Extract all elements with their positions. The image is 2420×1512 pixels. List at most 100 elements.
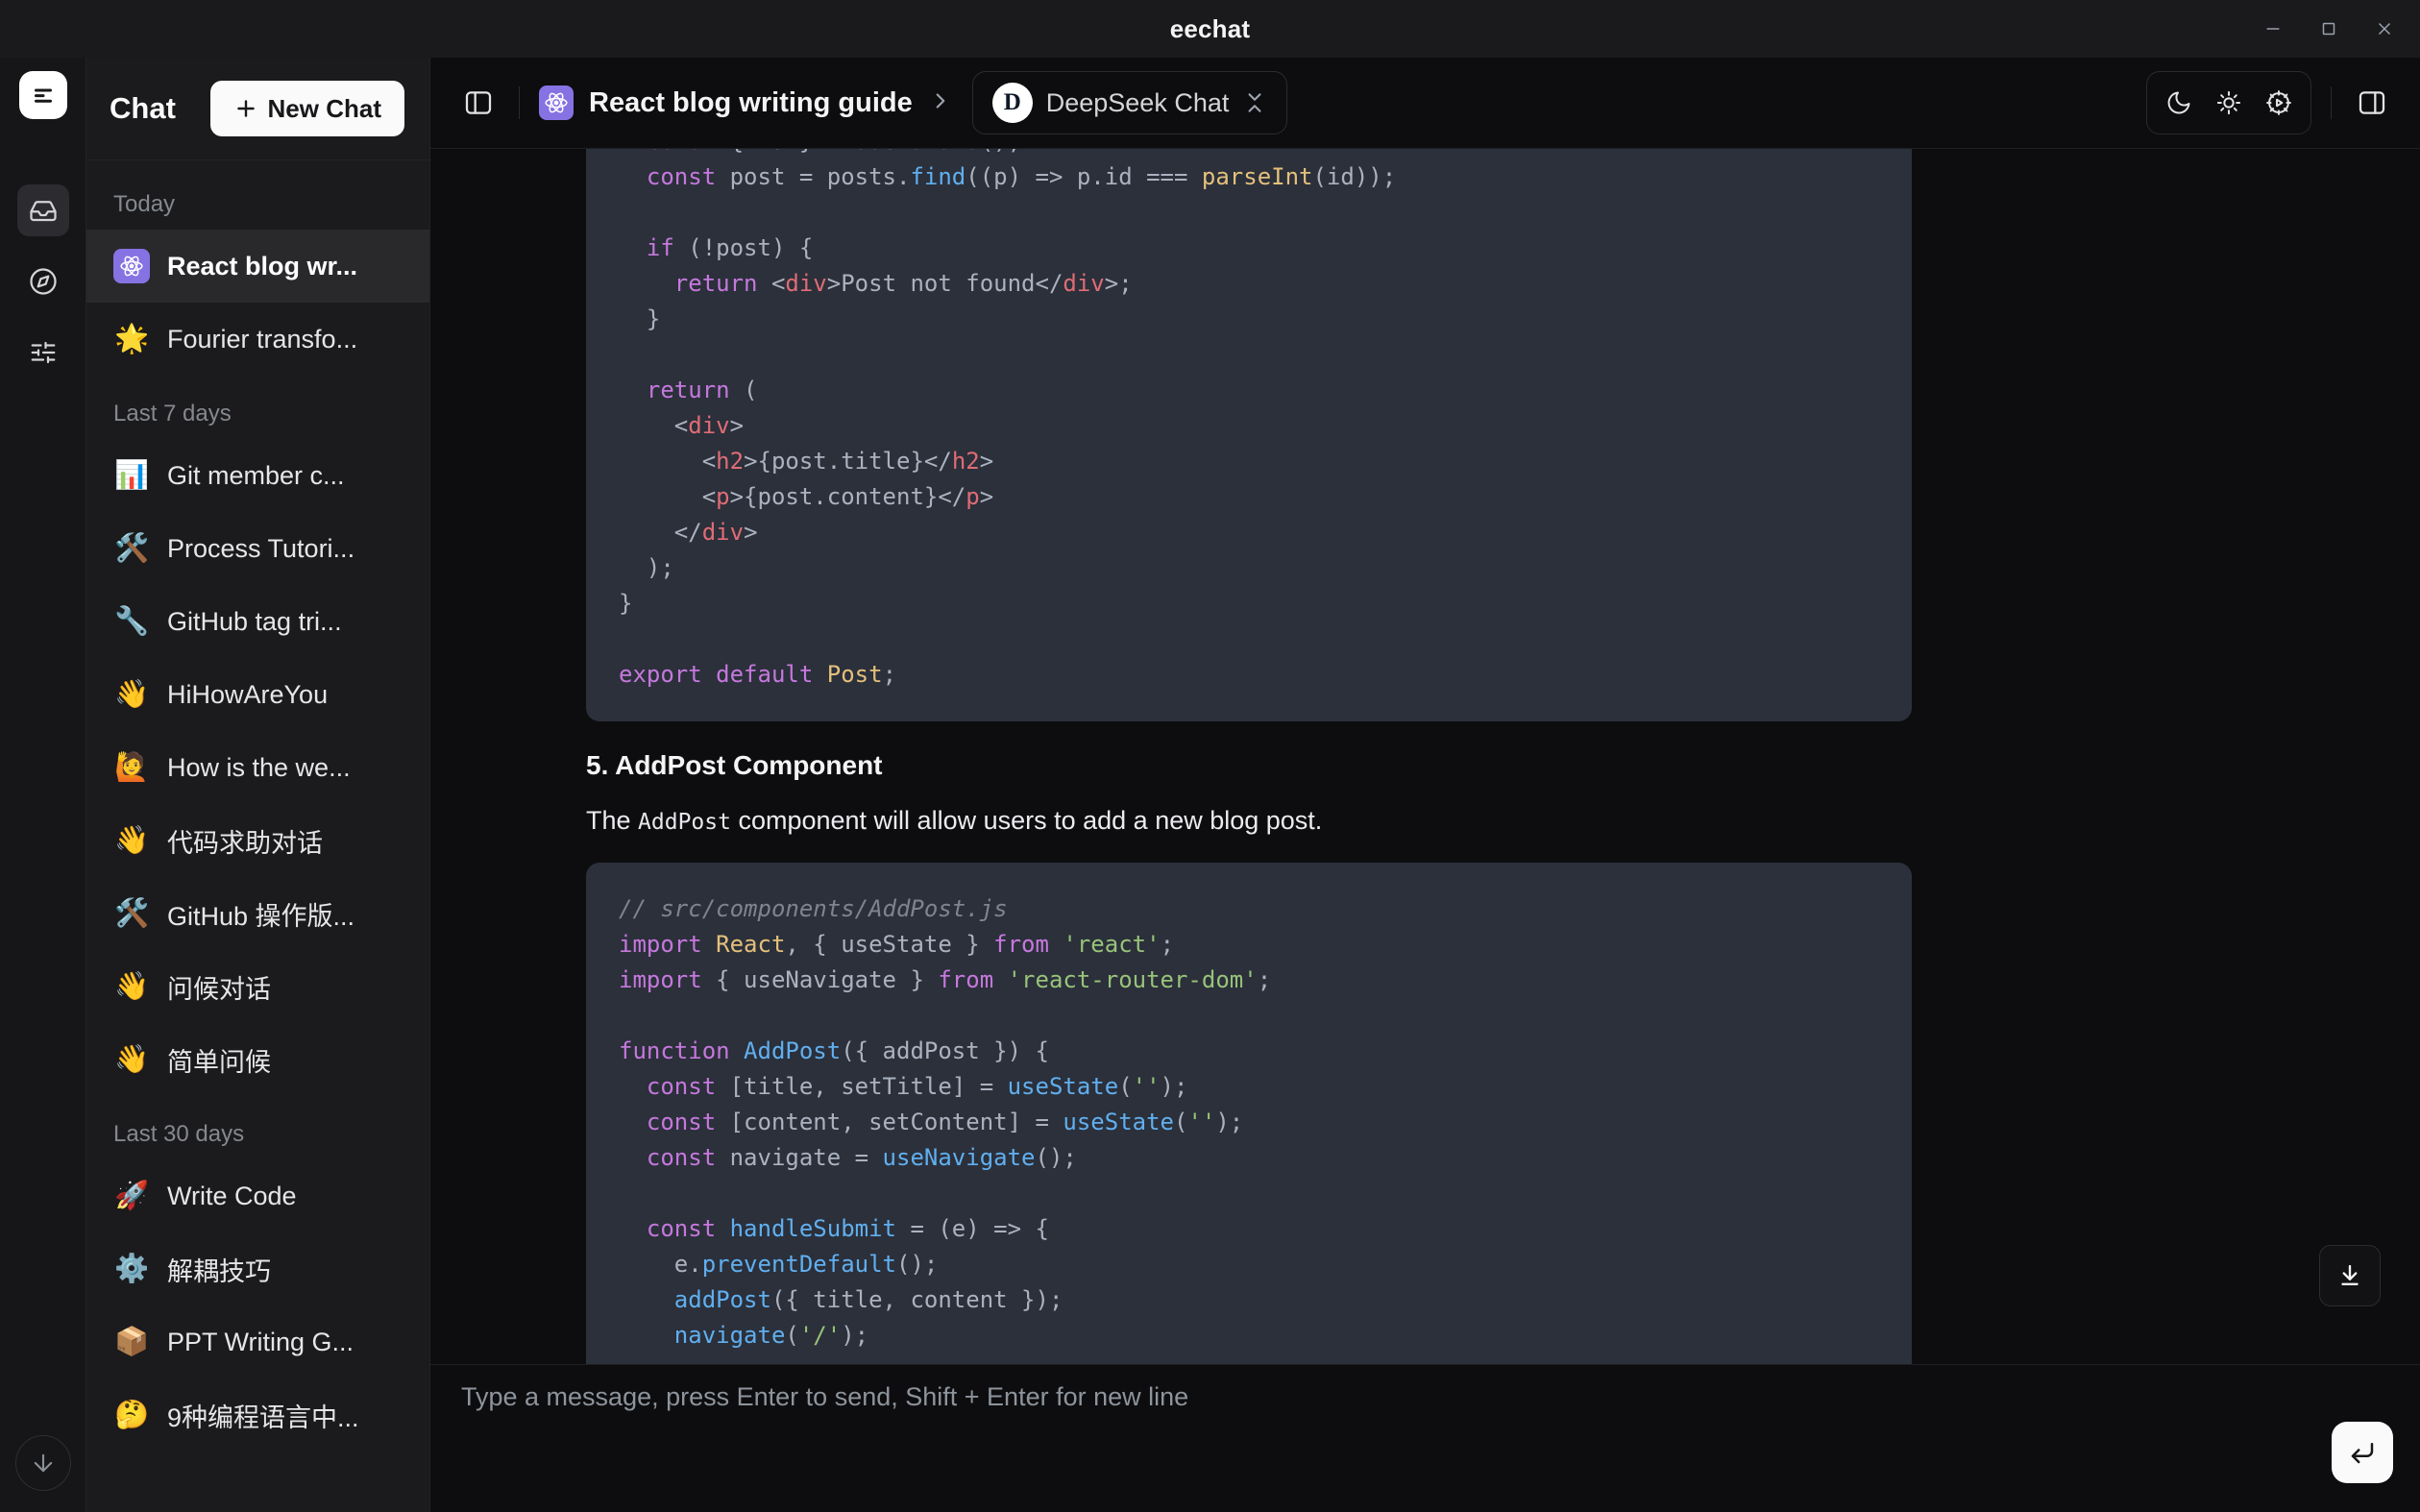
sidebar-chat-item[interactable]: 📦 PPT Writing G... — [86, 1305, 429, 1378]
code-line — [619, 1176, 1879, 1211]
model-selector[interactable]: D DeepSeek Chat — [972, 71, 1288, 134]
toggle-sidebar-button[interactable] — [457, 82, 500, 124]
section-label: Today — [86, 166, 429, 230]
minimize-icon — [2262, 18, 2284, 39]
code-line: const [title, setTitle] = useState(''); — [619, 1069, 1879, 1105]
paragraph-text: component will allow users to add a new … — [731, 806, 1322, 835]
chat-item-label: PPT Writing G... — [167, 1328, 354, 1357]
code-line: return <div>Post not found</div>; — [619, 266, 1879, 302]
sidebar-chat-item[interactable]: 👋HiHowAreYou — [86, 658, 429, 731]
chat-item-label: 简单问候 — [167, 1041, 271, 1079]
code-line: <h2>{post.title}</h2> — [619, 444, 1879, 479]
sidebar-scroll-down-button[interactable] — [15, 1435, 71, 1491]
code-line: ); — [619, 550, 1879, 586]
react-icon — [113, 249, 150, 283]
sidebar-chat-item[interactable]: 🌟Fourier transfo... — [86, 303, 429, 376]
enter-return-icon — [2348, 1438, 2377, 1467]
rail-item-settings[interactable] — [17, 327, 69, 378]
code-line: import React, { useState } from 'react'; — [619, 927, 1879, 963]
inline-code: AddPost — [638, 810, 731, 835]
section-heading: 5. AddPost Component — [586, 750, 1912, 781]
plus-icon — [233, 96, 258, 121]
minimize-button[interactable] — [2245, 0, 2301, 58]
model-name: DeepSeek Chat — [1046, 88, 1230, 118]
scroll-to-bottom-button[interactable] — [2319, 1245, 2381, 1306]
code-line — [619, 998, 1879, 1034]
system-theme-button[interactable] — [2257, 81, 2301, 125]
maximize-button[interactable] — [2301, 0, 2357, 58]
emoji-icon: 🔧 — [113, 608, 150, 636]
code-line: </div> — [619, 515, 1879, 550]
section-paragraph: The AddPost component will allow users t… — [586, 806, 1912, 836]
chat-sidebar: Chat New Chat Today React blog wr...🌟Fou… — [86, 58, 430, 1512]
download-arrow-icon — [2335, 1261, 2364, 1290]
chat-item-label: 9种编程语言中... — [167, 1397, 359, 1434]
paragraph-text: The — [586, 806, 638, 835]
sidebar-chat-item[interactable]: 🤔9种编程语言中... — [86, 1378, 429, 1451]
notes-logo-icon — [29, 81, 58, 110]
header-divider — [519, 86, 520, 119]
sidebar-chat-item[interactable]: React blog wr... — [86, 230, 429, 303]
rail-item-discover[interactable] — [17, 256, 69, 307]
sidebar-chat-item[interactable]: 🛠️Process Tutori... — [86, 512, 429, 585]
app-title: eechat — [1170, 14, 1251, 44]
emoji-icon: 🛠️ — [113, 535, 150, 563]
app-logo-button[interactable] — [19, 71, 67, 119]
send-button[interactable] — [2332, 1422, 2393, 1483]
conversation-title: React blog writing guide — [589, 87, 913, 119]
collapse-model-button[interactable] — [1242, 90, 1267, 115]
new-chat-button[interactable]: New Chat — [210, 81, 404, 136]
chat-item-label: How is the we... — [167, 753, 351, 783]
sidebar-chat-item[interactable]: 👋问候对话 — [86, 950, 429, 1023]
code-line: const handleSubmit = (e) => { — [619, 1211, 1879, 1247]
sidebar-chat-item[interactable]: 🙋 How is the we... — [86, 731, 429, 804]
new-chat-label: New Chat — [268, 94, 381, 124]
code-line — [619, 622, 1879, 657]
sidebar-title: Chat — [110, 91, 176, 126]
code-line: <div> — [619, 408, 1879, 444]
emoji-icon: ⚙️ — [113, 1256, 150, 1283]
inbox-icon — [29, 196, 58, 225]
toggle-right-panel-button[interactable] — [2351, 82, 2393, 124]
breadcrumb: React blog writing guide — [539, 85, 953, 120]
sidebar-chat-item[interactable]: 👋代码求助对话 — [86, 804, 429, 877]
sidebar-chat-item[interactable]: 🚀Write Code — [86, 1159, 429, 1232]
sidebar-chat-item[interactable]: 🛠️GitHub 操作版... — [86, 877, 429, 950]
code-block-post-component: const { id } = useParams(); const post =… — [586, 149, 1912, 721]
section-label: Last 30 days — [86, 1096, 429, 1159]
emoji-icon: 📦 — [113, 1329, 150, 1356]
titlebar: eechat — [0, 0, 2420, 58]
dark-theme-button[interactable] — [2157, 81, 2201, 125]
chat-item-label: GitHub 操作版... — [167, 895, 354, 933]
section-label: Last 7 days — [86, 376, 429, 439]
chat-item-label: GitHub tag tri... — [167, 607, 342, 637]
message-scroll-area[interactable]: const { id } = useParams(); const post =… — [430, 149, 2420, 1364]
light-theme-button[interactable] — [2207, 81, 2251, 125]
chat-item-label: Fourier transfo... — [167, 325, 357, 354]
code-line: const post = posts.find((p) => p.id === … — [619, 159, 1879, 195]
code-line: if (!post) { — [619, 231, 1879, 266]
close-button[interactable] — [2357, 0, 2412, 58]
code-line: const navigate = useNavigate(); — [619, 1140, 1879, 1176]
sidebar-chat-item[interactable]: 📊Git member c... — [86, 439, 429, 512]
sidebar-chat-item[interactable]: 👋简单问候 — [86, 1023, 429, 1096]
code-line: function AddPost({ addPost }) { — [619, 1034, 1879, 1069]
emoji-icon: 🙋 — [113, 754, 150, 782]
rail-item-chats[interactable] — [17, 184, 69, 236]
nav-rail — [0, 58, 86, 1512]
maximize-icon — [2318, 18, 2339, 39]
sidebar-chat-item[interactable]: 🔧 GitHub tag tri... — [86, 585, 429, 658]
deepseek-logo: D — [992, 83, 1033, 123]
emoji-icon: 👋 — [113, 827, 150, 855]
sidebar-chat-item[interactable]: ⚙️解耦技巧 — [86, 1232, 429, 1305]
app-window: eechat — [0, 0, 2420, 1512]
close-icon — [2374, 18, 2395, 39]
message-input[interactable] — [461, 1382, 2305, 1488]
chevron-right-icon — [928, 88, 953, 118]
react-icon — [539, 85, 574, 120]
code-block-addpost-component: // src/components/AddPost.jsimport React… — [586, 863, 1912, 1364]
code-line: const [content, setContent] = useState('… — [619, 1105, 1879, 1140]
chat-item-label: HiHowAreYou — [167, 680, 328, 710]
header-divider-2 — [2331, 86, 2332, 119]
code-line: // src/components/AddPost.js — [619, 891, 1879, 927]
